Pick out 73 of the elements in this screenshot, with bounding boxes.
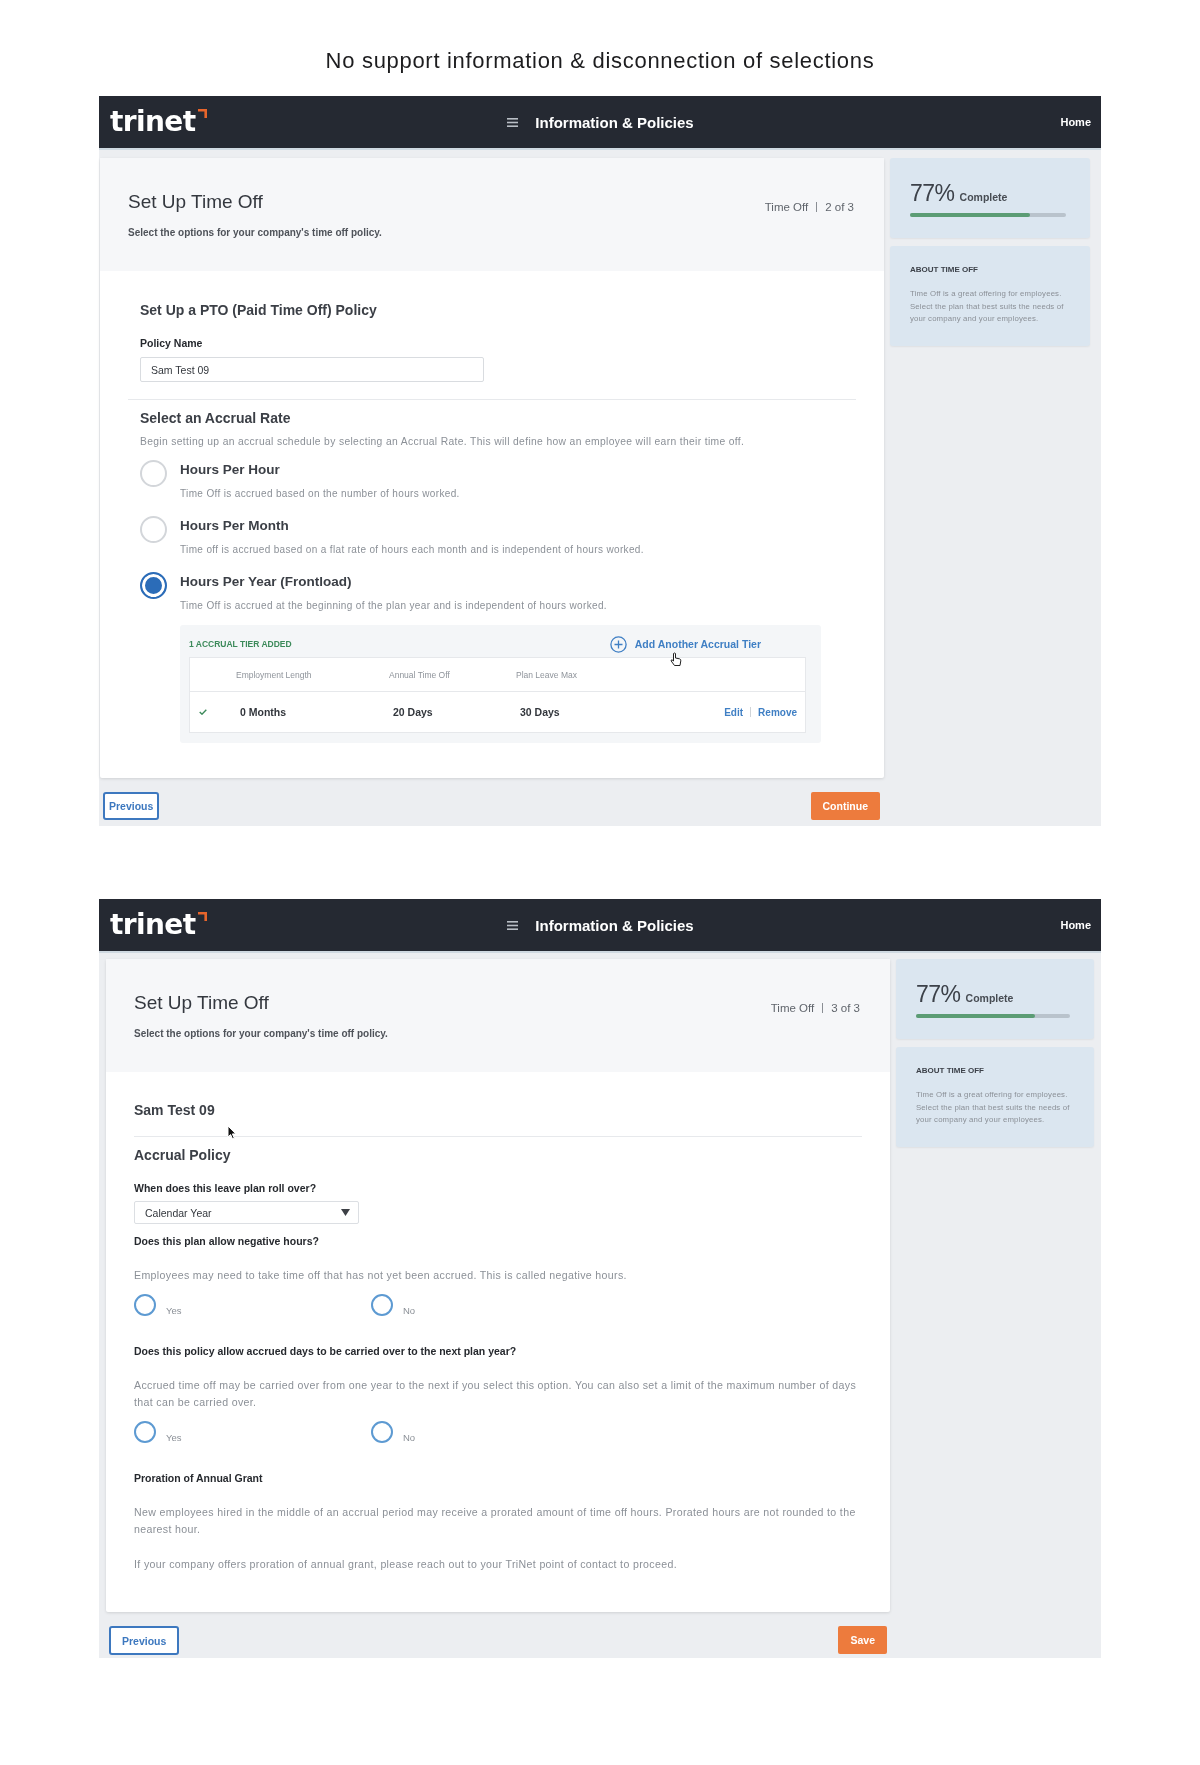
dropdown[interactable]: Calendar Year (134, 1201, 359, 1224)
radio-button[interactable] (371, 1421, 393, 1443)
nav-title: Information & Policies (535, 916, 694, 934)
add-tier-link[interactable]: Add Another Accrual Tier (609, 635, 761, 653)
option-description: Time off is accrued based on a flat rate of hours each month and is independent of hours worked. (180, 543, 644, 557)
column-header: Plan Leave Max (516, 669, 578, 680)
page-subtitle: Select the options for your company's time off policy. (128, 226, 382, 239)
caret-down-icon (341, 1209, 350, 1216)
primary-button[interactable]: Continue (810, 792, 880, 820)
progress-percent: 77% (910, 179, 955, 207)
plus-circle-icon (609, 635, 627, 653)
radio-button[interactable] (134, 1294, 156, 1316)
radio-button[interactable] (371, 1294, 393, 1316)
table-cell-text: 20 Days (392, 706, 434, 718)
help-text: Begin setting up an accrual schedule by selecting an Accrual Rate. This will define how an employee will earn their time off. (140, 435, 746, 449)
option-label: Hours Per Year (Frontload) (180, 573, 352, 591)
progress-percent: 77% (916, 980, 961, 1008)
option-description: Time Off is accrued at the beginning of the plan year and is independent of hours worked. (180, 599, 607, 613)
radio-button[interactable] (140, 572, 167, 599)
column-header: Employment Length (236, 669, 313, 680)
tier-status: 1 ACCRUAL TIER ADDED (189, 639, 292, 649)
previous-button[interactable]: Previous (109, 1626, 180, 1655)
page-title: No support information & disconnection of selections (324, 48, 876, 74)
choice-label: Yes (166, 1432, 182, 1444)
section-heading: Select an Accrual Rate (140, 409, 292, 427)
home-link[interactable]: Home (1060, 116, 1091, 128)
about-heading: ABOUT TIME OFF (916, 1066, 985, 1076)
choice-label: No (403, 1305, 416, 1317)
page-subtitle: Select the options for your company's time off policy. (134, 1027, 388, 1040)
progress-label: Complete (965, 992, 1014, 1004)
page-heading: Set Up Time Off (128, 190, 264, 213)
logo-corner-icon (197, 912, 207, 921)
step-count: 2 of 3 (825, 201, 854, 213)
text-input-field[interactable]: Sam Test 09 (140, 357, 484, 382)
question-label: Proration of Annual Grant (134, 1471, 264, 1485)
column-header: Annual Time Off (389, 669, 451, 680)
home-link[interactable]: Home (1060, 919, 1091, 931)
table-cell-text: 30 Days (519, 706, 561, 718)
step-name: Time Off (764, 201, 809, 213)
help-text: Accrued time off may be carried over from one year to the next if you select this option. You can also set a limit of the maximum number of days that can be carried over. (134, 1378, 858, 1410)
nav-title: Information & Policies (535, 113, 694, 131)
help-text: New employees hired in the middle of an accrual period may receive a prorated amount of time off hours. Prorated hours are not rounded to the nearest hour. (134, 1505, 857, 1537)
option-description: Time Off is accrued based on the number of hours worked. (180, 487, 460, 501)
menu-icon[interactable] (507, 117, 519, 127)
mouse-pointer-icon (227, 1125, 237, 1140)
radio-button[interactable] (134, 1421, 156, 1443)
choice-label: Yes (166, 1305, 182, 1317)
question-label: When does this leave plan roll over? (134, 1181, 318, 1195)
step-name: Time Off (770, 1002, 815, 1014)
logo-wordmark: trinet (110, 107, 196, 137)
previous-button[interactable]: Previous (103, 792, 160, 820)
option-label: Hours Per Month (180, 517, 289, 535)
question-label: Does this plan allow negative hours? (134, 1234, 320, 1248)
section-heading: Set Up a PTO (Paid Time Off) Policy (140, 301, 378, 319)
about-heading: ABOUT TIME OFF (910, 265, 979, 275)
question-label: Does this policy allow accrued days to be carried over to the next plan year? (134, 1344, 518, 1358)
choice-label: No (403, 1432, 416, 1444)
page-heading: Set Up Time Off (134, 991, 270, 1014)
step-count: 3 of 3 (831, 1002, 860, 1014)
table-cell-text: 0 Months (239, 706, 288, 718)
option-label: Hours Per Hour (180, 461, 280, 479)
section-heading: Sam Test 09 (134, 1101, 216, 1119)
section-heading: Accrual Policy (134, 1146, 232, 1164)
row-action-link[interactable]: Edit (724, 706, 744, 718)
help-text: If your company offers proration of annual grant, please reach out to your TriNet point of contact to proceed. (134, 1557, 678, 1572)
help-text: Employees may need to take time off that has not yet been accrued. This is called negative hours. (134, 1268, 628, 1283)
progress-label: Complete (959, 191, 1008, 203)
logo-wordmark: trinet (110, 910, 196, 940)
logo-corner-icon (197, 109, 207, 118)
field-label: Policy Name (140, 336, 204, 350)
primary-button[interactable]: Save (838, 1626, 887, 1654)
row-action-link[interactable]: Remove (758, 706, 797, 718)
menu-icon[interactable] (507, 920, 519, 930)
